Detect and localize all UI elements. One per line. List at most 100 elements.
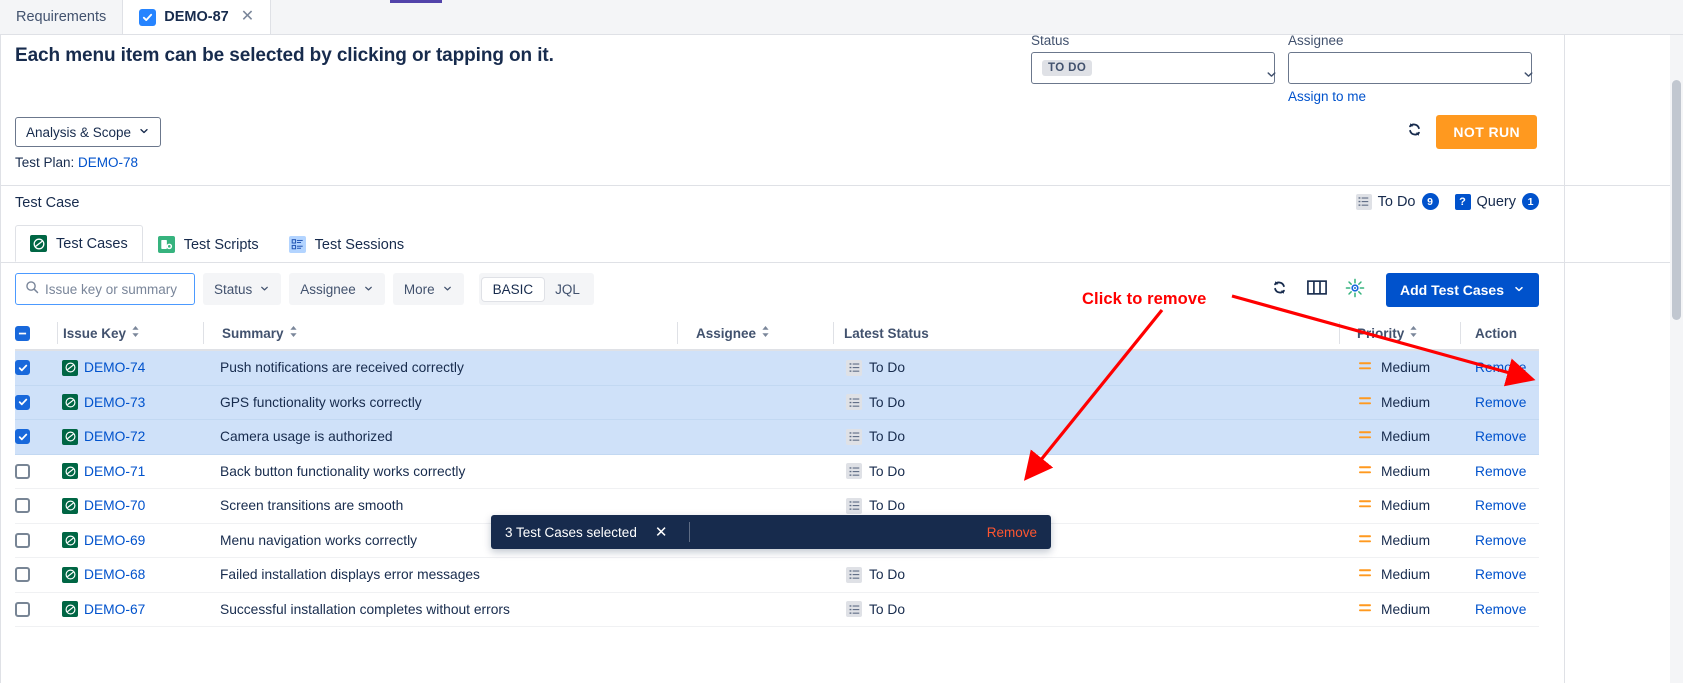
column-header-summary[interactable]: Summary — [204, 317, 677, 349]
search-input[interactable] — [45, 282, 185, 297]
row-issue-key-cell: DEMO-68 — [57, 567, 202, 583]
select-all-checkbox[interactable] — [15, 326, 30, 341]
analysis-scope-dropdown[interactable]: Analysis & Scope — [15, 117, 161, 147]
row-issue-key-link[interactable]: DEMO-68 — [84, 567, 145, 582]
table-row[interactable]: DEMO-72Camera usage is authorizedTo DoMe… — [15, 420, 1539, 455]
row-issue-key-link[interactable]: DEMO-74 — [84, 360, 145, 375]
columns-icon[interactable] — [1307, 279, 1327, 301]
table-row[interactable]: DEMO-67Successful installation completes… — [15, 593, 1539, 628]
sort-icon — [289, 325, 298, 341]
row-select-cell — [15, 360, 57, 375]
close-icon[interactable]: ✕ — [655, 523, 668, 541]
add-test-cases-button[interactable]: Add Test Cases — [1386, 273, 1539, 307]
assign-to-me-link[interactable]: Assign to me — [1288, 89, 1532, 104]
refresh-icon[interactable] — [1405, 120, 1424, 144]
page-title: Each menu item can be selected by clicki… — [15, 45, 554, 67]
filter-status-dropdown[interactable]: Status — [203, 273, 281, 305]
test-plan-row: Test Plan: DEMO-78 — [15, 155, 138, 170]
row-remove-link[interactable]: Remove — [1475, 498, 1526, 513]
row-latest-status-label: To Do — [869, 498, 905, 513]
row-checkbox[interactable] — [15, 533, 30, 548]
row-checkbox[interactable] — [15, 602, 30, 617]
row-remove-link[interactable]: Remove — [1475, 429, 1526, 444]
table-row[interactable]: DEMO-74Push notifications are received c… — [15, 351, 1539, 386]
refresh-icon[interactable] — [1270, 278, 1289, 302]
row-issue-key-link[interactable]: DEMO-71 — [84, 464, 145, 479]
test-case-icon — [62, 601, 78, 617]
row-issue-key-link[interactable]: DEMO-72 — [84, 429, 145, 444]
row-issue-key-cell: DEMO-74 — [57, 360, 202, 376]
tab-requirements[interactable]: Requirements — [0, 0, 123, 34]
priority-medium-icon — [1358, 602, 1372, 617]
row-checkbox[interactable] — [15, 429, 30, 444]
table-body: DEMO-74Push notifications are received c… — [15, 351, 1539, 627]
row-priority-label: Medium — [1381, 464, 1430, 479]
row-remove-link[interactable]: Remove — [1475, 533, 1526, 548]
row-issue-key-link[interactable]: DEMO-73 — [84, 395, 145, 410]
inner-tabs: Test Cases Test Scripts — [15, 225, 419, 262]
row-action-cell: Remove — [1461, 567, 1539, 582]
row-latest-status-cell: To Do — [836, 463, 1341, 479]
row-checkbox[interactable] — [15, 498, 30, 513]
todo-list-icon — [846, 394, 862, 410]
tab-demo-87[interactable]: DEMO-87 ✕ — [123, 0, 271, 34]
row-issue-key-link[interactable]: DEMO-67 — [84, 602, 145, 617]
filter-assignee-dropdown[interactable]: Assignee — [289, 273, 385, 305]
assignee-label: Assignee — [1288, 33, 1532, 48]
search-icon — [25, 280, 39, 299]
section-badges: To Do 9 ? Query 1 — [1356, 193, 1539, 210]
badge-query[interactable]: ? Query 1 — [1455, 193, 1540, 210]
row-remove-link[interactable]: Remove — [1475, 395, 1526, 410]
row-select-cell — [15, 567, 57, 582]
table-row[interactable]: DEMO-71Back button functionality works c… — [15, 455, 1539, 490]
row-checkbox[interactable] — [15, 395, 30, 410]
column-header-issue-key[interactable]: Issue Key — [58, 317, 203, 349]
bulk-remove-button[interactable]: Remove — [987, 525, 1037, 540]
row-action-cell: Remove — [1461, 395, 1539, 410]
row-checkbox[interactable] — [15, 464, 30, 479]
search-input-wrapper[interactable] — [15, 273, 195, 305]
page-scrollbar[interactable] — [1670, 35, 1683, 683]
priority-medium-icon — [1358, 498, 1372, 513]
row-issue-key-cell: DEMO-69 — [57, 532, 202, 548]
row-priority-cell: Medium — [1341, 464, 1461, 479]
status-select[interactable]: TO DO — [1031, 52, 1275, 84]
tab-test-sessions[interactable]: Test Sessions — [274, 226, 419, 262]
row-checkbox[interactable] — [15, 567, 30, 582]
test-plan-label: Test Plan: — [15, 155, 74, 170]
execution-status-button[interactable]: NOT RUN — [1436, 115, 1537, 149]
row-remove-link[interactable]: Remove — [1475, 567, 1526, 582]
row-remove-link[interactable]: Remove — [1475, 464, 1526, 479]
row-issue-key-link[interactable]: DEMO-70 — [84, 498, 145, 513]
badge-todo[interactable]: To Do 9 — [1356, 193, 1439, 210]
column-header-priority[interactable]: Priority — [1340, 317, 1460, 349]
sparkle-icon[interactable] — [1345, 278, 1365, 303]
sort-icon — [131, 325, 140, 341]
filter-more-dropdown[interactable]: More — [393, 273, 464, 305]
table-row[interactable]: DEMO-68Failed installation displays erro… — [15, 558, 1539, 593]
badge-todo-label: To Do — [1378, 194, 1416, 210]
filter-mode-basic[interactable]: BASIC — [482, 278, 545, 301]
row-remove-link[interactable]: Remove — [1475, 360, 1526, 375]
row-priority-cell: Medium — [1341, 429, 1461, 444]
browser-tab-strip: Requirements DEMO-87 ✕ — [0, 0, 1683, 35]
tab-test-scripts[interactable]: Test Scripts — [143, 226, 274, 262]
page-scrollbar-thumb[interactable] — [1672, 80, 1681, 320]
close-icon[interactable]: ✕ — [241, 9, 254, 25]
tab-test-cases-label: Test Cases — [56, 236, 128, 252]
tab-test-cases[interactable]: Test Cases — [15, 225, 143, 262]
test-case-icon — [62, 463, 78, 479]
row-latest-status-cell: To Do — [836, 567, 1341, 583]
row-issue-key-link[interactable]: DEMO-69 — [84, 533, 145, 548]
row-priority-label: Medium — [1381, 429, 1430, 444]
column-header-assignee[interactable]: Assignee — [678, 317, 833, 349]
table-row[interactable]: DEMO-73GPS functionality works correctly… — [15, 386, 1539, 421]
row-select-cell — [15, 602, 57, 617]
test-plan-link[interactable]: DEMO-78 — [78, 155, 138, 170]
todo-list-icon — [846, 360, 862, 376]
row-summary-cell: Camera usage is authorized — [202, 429, 681, 444]
filter-mode-jql[interactable]: JQL — [544, 278, 591, 301]
row-remove-link[interactable]: Remove — [1475, 602, 1526, 617]
assignee-select[interactable] — [1288, 52, 1532, 84]
row-checkbox[interactable] — [15, 360, 30, 375]
